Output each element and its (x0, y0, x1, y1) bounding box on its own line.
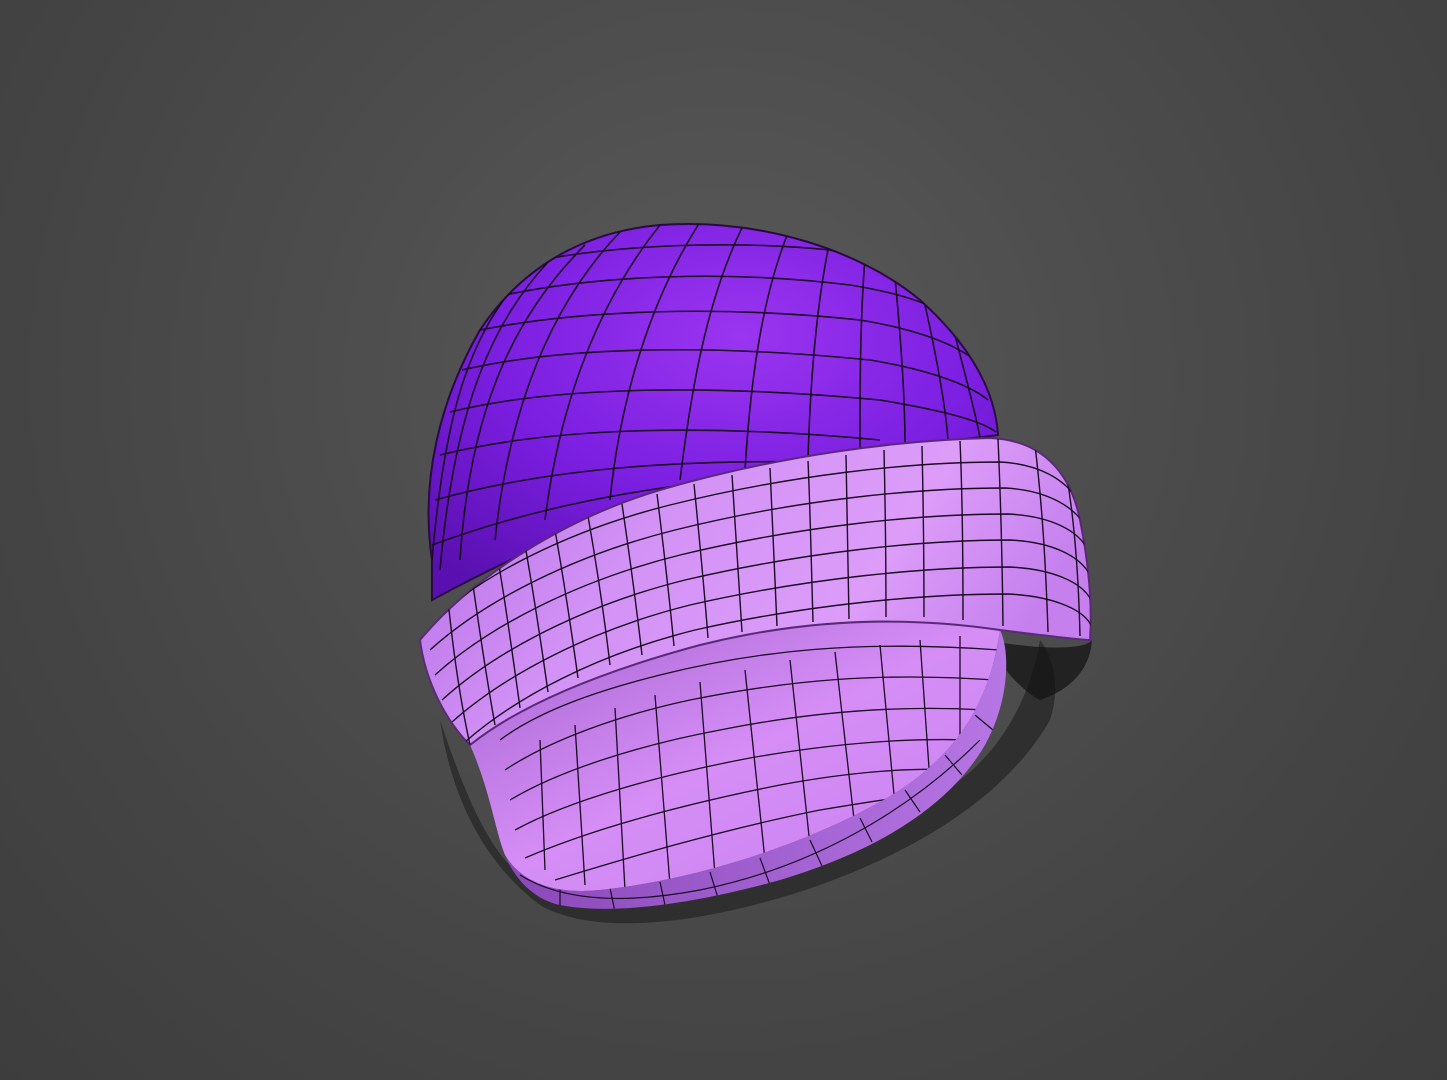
beanie-render (418, 223, 1092, 924)
3d-viewport[interactable] (0, 0, 1447, 1080)
